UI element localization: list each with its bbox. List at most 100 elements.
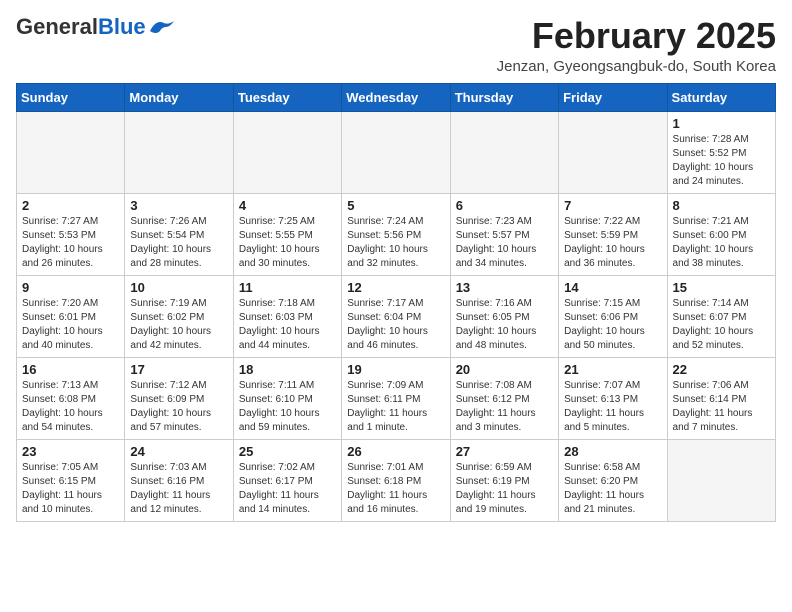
- day-number: 24: [130, 444, 227, 459]
- day-info: Sunrise: 7:28 AM Sunset: 5:52 PM Dayligh…: [673, 133, 770, 189]
- calendar-cell: 25 Sunrise: 7:02 AM Sunset: 6:17 PM Dayli…: [233, 439, 341, 521]
- day-info: Sunrise: 7:19 AM Sunset: 6:02 PM Dayligh…: [130, 297, 227, 353]
- calendar-cell: [559, 111, 667, 193]
- calendar-cell: 1 Sunrise: 7:28 AM Sunset: 5:52 PM Daylig…: [667, 111, 775, 193]
- day-number: 3: [130, 198, 227, 213]
- day-info: Sunrise: 7:02 AM Sunset: 6:17 PM Dayligh…: [239, 461, 336, 517]
- calendar-cell: 6 Sunrise: 7:23 AM Sunset: 5:57 PM Daylig…: [450, 193, 558, 275]
- day-number: 23: [22, 444, 119, 459]
- day-number: 10: [130, 280, 227, 295]
- calendar-cell: 3 Sunrise: 7:26 AM Sunset: 5:54 PM Daylig…: [125, 193, 233, 275]
- day-number: 7: [564, 198, 661, 213]
- day-info: Sunrise: 7:22 AM Sunset: 5:59 PM Dayligh…: [564, 215, 661, 271]
- logo-text: GeneralBlue: [16, 16, 146, 38]
- day-info: Sunrise: 7:11 AM Sunset: 6:10 PM Dayligh…: [239, 379, 336, 435]
- calendar-week-row: 9Sunrise: 7:20 AM Sunset: 6:01 PM Daylig…: [17, 275, 776, 357]
- logo: GeneralBlue: [16, 16, 176, 38]
- day-number: 6: [456, 198, 553, 213]
- day-info: Sunrise: 7:25 AM Sunset: 5:55 PM Dayligh…: [239, 215, 336, 271]
- header-sunday: Sunday: [17, 83, 125, 111]
- logo-blue: Blue: [98, 14, 146, 39]
- calendar-cell: 10 Sunrise: 7:19 AM Sunset: 6:02 PM Dayli…: [125, 275, 233, 357]
- calendar-cell: 12Sunrise: 7:17 AM Sunset: 6:04 PM Dayli…: [342, 275, 450, 357]
- day-info: Sunrise: 7:18 AM Sunset: 6:03 PM Dayligh…: [239, 297, 336, 353]
- header-saturday: Saturday: [667, 83, 775, 111]
- calendar-cell: 23 Sunrise: 7:05 AM Sunset: 6:15 PM Dayli…: [17, 439, 125, 521]
- day-info: Sunrise: 7:12 AM Sunset: 6:09 PM Dayligh…: [130, 379, 227, 435]
- header-wednesday: Wednesday: [342, 83, 450, 111]
- calendar-cell: 24 Sunrise: 7:03 AM Sunset: 6:16 PM Dayli…: [125, 439, 233, 521]
- logo-general: General: [16, 14, 98, 39]
- calendar-cell: [17, 111, 125, 193]
- day-number: 26: [347, 444, 444, 459]
- calendar-cell: [125, 111, 233, 193]
- calendar-cell: 19 Sunrise: 7:09 AM Sunset: 6:11 PM Dayli…: [342, 357, 450, 439]
- day-info: Sunrise: 7:24 AM Sunset: 5:56 PM Dayligh…: [347, 215, 444, 271]
- calendar-week-row: 2 Sunrise: 7:27 AM Sunset: 5:53 PM Daylig…: [17, 193, 776, 275]
- day-number: 19: [347, 362, 444, 377]
- calendar-cell: 21 Sunrise: 7:07 AM Sunset: 6:13 PM Dayli…: [559, 357, 667, 439]
- calendar-cell: 5 Sunrise: 7:24 AM Sunset: 5:56 PM Daylig…: [342, 193, 450, 275]
- logo-bird-icon: [148, 17, 176, 37]
- calendar-cell: 8Sunrise: 7:21 AM Sunset: 6:00 PM Daylig…: [667, 193, 775, 275]
- calendar-week-row: 16Sunrise: 7:13 AM Sunset: 6:08 PM Dayli…: [17, 357, 776, 439]
- day-info: Sunrise: 7:20 AM Sunset: 6:01 PM Dayligh…: [22, 297, 119, 353]
- calendar-cell: 16Sunrise: 7:13 AM Sunset: 6:08 PM Dayli…: [17, 357, 125, 439]
- day-info: Sunrise: 7:06 AM Sunset: 6:14 PM Dayligh…: [673, 379, 770, 435]
- day-info: Sunrise: 7:14 AM Sunset: 6:07 PM Dayligh…: [673, 297, 770, 353]
- day-info: Sunrise: 7:08 AM Sunset: 6:12 PM Dayligh…: [456, 379, 553, 435]
- day-number: 28: [564, 444, 661, 459]
- calendar-table: SundayMondayTuesdayWednesdayThursdayFrid…: [16, 83, 776, 522]
- day-info: Sunrise: 7:27 AM Sunset: 5:53 PM Dayligh…: [22, 215, 119, 271]
- calendar-cell: 26 Sunrise: 7:01 AM Sunset: 6:18 PM Dayli…: [342, 439, 450, 521]
- calendar-cell: 22 Sunrise: 7:06 AM Sunset: 6:14 PM Dayli…: [667, 357, 775, 439]
- day-info: Sunrise: 7:09 AM Sunset: 6:11 PM Dayligh…: [347, 379, 444, 435]
- day-number: 1: [673, 116, 770, 131]
- day-number: 20: [456, 362, 553, 377]
- day-number: 13: [456, 280, 553, 295]
- calendar-week-row: 23 Sunrise: 7:05 AM Sunset: 6:15 PM Dayli…: [17, 439, 776, 521]
- day-number: 25: [239, 444, 336, 459]
- month-year-title: February 2025: [497, 16, 776, 56]
- day-number: 15: [673, 280, 770, 295]
- day-number: 4: [239, 198, 336, 213]
- day-info: Sunrise: 7:01 AM Sunset: 6:18 PM Dayligh…: [347, 461, 444, 517]
- calendar-cell: 20 Sunrise: 7:08 AM Sunset: 6:12 PM Dayli…: [450, 357, 558, 439]
- header-friday: Friday: [559, 83, 667, 111]
- day-number: 5: [347, 198, 444, 213]
- day-info: Sunrise: 7:07 AM Sunset: 6:13 PM Dayligh…: [564, 379, 661, 435]
- day-number: 17: [130, 362, 227, 377]
- calendar-cell: 15 Sunrise: 7:14 AM Sunset: 6:07 PM Dayli…: [667, 275, 775, 357]
- day-number: 11: [239, 280, 336, 295]
- day-info: Sunrise: 6:59 AM Sunset: 6:19 PM Dayligh…: [456, 461, 553, 517]
- calendar-cell: 4 Sunrise: 7:25 AM Sunset: 5:55 PM Daylig…: [233, 193, 341, 275]
- day-number: 27: [456, 444, 553, 459]
- calendar-week-row: 1 Sunrise: 7:28 AM Sunset: 5:52 PM Daylig…: [17, 111, 776, 193]
- calendar-cell: 17 Sunrise: 7:12 AM Sunset: 6:09 PM Dayli…: [125, 357, 233, 439]
- header-monday: Monday: [125, 83, 233, 111]
- day-info: Sunrise: 7:05 AM Sunset: 6:15 PM Dayligh…: [22, 461, 119, 517]
- day-info: Sunrise: 7:23 AM Sunset: 5:57 PM Dayligh…: [456, 215, 553, 271]
- header-tuesday: Tuesday: [233, 83, 341, 111]
- calendar-cell: 13 Sunrise: 7:16 AM Sunset: 6:05 PM Dayli…: [450, 275, 558, 357]
- day-info: Sunrise: 7:16 AM Sunset: 6:05 PM Dayligh…: [456, 297, 553, 353]
- day-info: Sunrise: 7:17 AM Sunset: 6:04 PM Dayligh…: [347, 297, 444, 353]
- day-info: Sunrise: 7:21 AM Sunset: 6:00 PM Dayligh…: [673, 215, 770, 271]
- header-thursday: Thursday: [450, 83, 558, 111]
- calendar-cell: 27 Sunrise: 6:59 AM Sunset: 6:19 PM Dayli…: [450, 439, 558, 521]
- calendar-cell: [233, 111, 341, 193]
- day-info: Sunrise: 7:26 AM Sunset: 5:54 PM Dayligh…: [130, 215, 227, 271]
- page-header: GeneralBlue February 2025 Jenzan, Gyeong…: [16, 16, 776, 75]
- calendar-cell: 18 Sunrise: 7:11 AM Sunset: 6:10 PM Dayli…: [233, 357, 341, 439]
- title-area: February 2025 Jenzan, Gyeongsangbuk-do, …: [497, 16, 776, 75]
- day-number: 21: [564, 362, 661, 377]
- day-number: 2: [22, 198, 119, 213]
- day-number: 18: [239, 362, 336, 377]
- location-subtitle: Jenzan, Gyeongsangbuk-do, South Korea: [497, 58, 776, 75]
- day-number: 22: [673, 362, 770, 377]
- day-info: Sunrise: 6:58 AM Sunset: 6:20 PM Dayligh…: [564, 461, 661, 517]
- day-info: Sunrise: 7:03 AM Sunset: 6:16 PM Dayligh…: [130, 461, 227, 517]
- day-number: 16: [22, 362, 119, 377]
- calendar-cell: [342, 111, 450, 193]
- calendar-cell: [667, 439, 775, 521]
